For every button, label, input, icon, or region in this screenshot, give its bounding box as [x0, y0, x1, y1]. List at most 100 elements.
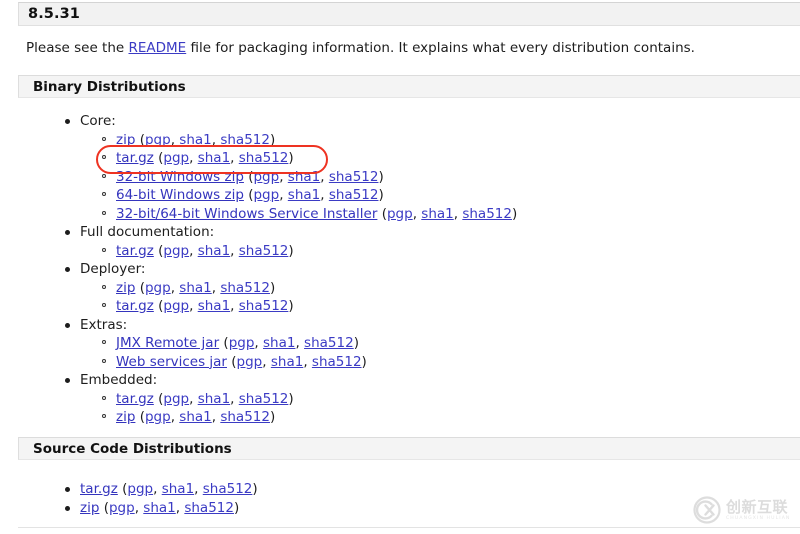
paren-open: ( — [135, 279, 145, 296]
distribution-group: Deployer: zip (pgp, sha1, sha512) tar.gz (… — [0, 260, 517, 316]
distribution-group: Embedded: tar.gz (pgp, sha1, sha512) zip (… — [0, 371, 517, 427]
hash-link-pgp[interactable]: pgp — [109, 500, 135, 516]
section-heading-source-code-distributions: Source Code Distributions — [18, 437, 800, 460]
hash-link-pgp[interactable]: pgp — [229, 335, 255, 351]
distribution-link[interactable]: zip — [116, 132, 135, 148]
bullet-circle-icon — [102, 136, 106, 141]
distribution-link[interactable]: 32-bit/64-bit Windows Service Installer — [116, 206, 377, 222]
intro-paragraph: Please see the README file for packaging… — [26, 40, 695, 56]
distribution-link[interactable]: tar.gz — [116, 298, 154, 314]
paren-close: ) — [288, 150, 294, 166]
paren-open: ( — [377, 205, 387, 222]
distribution-row: tar.gz (pgp, sha1, sha512) — [80, 242, 517, 261]
bullet-circle-icon — [102, 155, 106, 159]
distribution-row: zip (pgp, sha1, sha512) — [80, 279, 517, 298]
hash-link-sha512[interactable]: sha512 — [312, 354, 362, 370]
distribution-sublist: tar.gz (pgp, sha1, sha512) zip (pgp, sha1… — [80, 390, 517, 427]
hash-link-sha512[interactable]: sha512 — [304, 335, 354, 351]
distribution-row: tar.gz (pgp, sha1, sha512) — [0, 480, 258, 499]
hash-link-pgp[interactable]: pgp — [237, 354, 263, 370]
hash-link-sha1[interactable]: sha1 — [198, 298, 230, 314]
hash-link-sha1[interactable]: sha1 — [143, 500, 175, 516]
distribution-link[interactable]: 64-bit Windows zip — [116, 187, 244, 203]
distribution-row: Web services jar (pgp, sha1, sha512) — [80, 353, 517, 372]
hash-link-pgp[interactable]: pgp — [145, 132, 171, 148]
paren-close: ) — [269, 279, 276, 296]
separator: , — [230, 242, 239, 259]
hash-link-pgp[interactable]: pgp — [163, 243, 189, 259]
hash-link-sha512[interactable]: sha512 — [220, 280, 270, 296]
distribution-link[interactable]: tar.gz — [80, 481, 118, 497]
hash-link-pgp[interactable]: pgp — [145, 280, 171, 296]
hash-link-sha512[interactable]: sha512 — [239, 298, 289, 314]
paren-close: ) — [361, 353, 367, 370]
watermark-text: 创新互联 CHUANGXIN HULIAN — [726, 499, 790, 522]
paren-open: ( — [135, 409, 145, 425]
hash-link-sha1[interactable]: sha1 — [198, 150, 230, 166]
distribution-row: 32-bit/64-bit Windows Service Installer … — [80, 205, 517, 224]
bullet-disc-icon — [65, 378, 70, 383]
hash-link-pgp[interactable]: pgp — [253, 187, 279, 203]
hash-link-sha512[interactable]: sha512 — [329, 169, 379, 185]
hash-link-sha512[interactable]: sha512 — [184, 500, 234, 516]
hash-link-sha1[interactable]: sha1 — [162, 481, 194, 497]
hash-link-sha1[interactable]: sha1 — [198, 243, 230, 259]
separator: , — [279, 187, 288, 203]
distribution-link[interactable]: 32-bit Windows zip — [116, 169, 244, 185]
hash-link-pgp[interactable]: pgp — [387, 206, 413, 222]
hash-link-sha1[interactable]: sha1 — [179, 409, 211, 425]
distribution-link[interactable]: zip — [116, 280, 135, 296]
hash-link-pgp[interactable]: pgp — [163, 391, 189, 407]
distribution-link[interactable]: tar.gz — [116, 243, 154, 259]
distribution-link[interactable]: JMX Remote jar — [116, 335, 219, 351]
distribution-row: zip (pgp, sha1, sha512) — [0, 499, 258, 518]
paren-open: ( — [153, 390, 164, 407]
distribution-link[interactable]: tar.gz — [116, 150, 154, 166]
hash-link-pgp[interactable]: pgp — [253, 169, 279, 185]
separator: , — [230, 390, 239, 407]
hash-link-sha512[interactable]: sha512 — [462, 206, 512, 222]
hash-link-sha1[interactable]: sha1 — [288, 187, 320, 203]
hash-link-pgp[interactable]: pgp — [127, 481, 153, 497]
distribution-group: Core: zip (pgp, sha1, sha512) tar.gz (pgp,… — [0, 112, 517, 223]
hash-link-sha1[interactable]: sha1 — [421, 206, 453, 222]
distribution-link[interactable]: Web services jar — [116, 354, 227, 370]
distribution-sublist: tar.gz (pgp, sha1, sha512) — [80, 242, 517, 261]
hash-link-pgp[interactable]: pgp — [163, 298, 189, 314]
separator: , — [254, 335, 263, 351]
hash-link-sha512[interactable]: sha512 — [220, 409, 270, 425]
paren-close: ) — [288, 298, 294, 314]
hash-link-sha512[interactable]: sha512 — [239, 150, 289, 166]
hash-link-sha512[interactable]: sha512 — [203, 481, 253, 497]
hash-link-sha512[interactable]: sha512 — [329, 187, 379, 203]
paren-close: ) — [353, 335, 359, 351]
bullet-circle-icon — [102, 303, 106, 307]
paren-close: ) — [233, 499, 240, 516]
distribution-link[interactable]: zip — [116, 409, 135, 425]
distribution-link[interactable]: zip — [80, 500, 99, 516]
paren-close: ) — [288, 242, 294, 259]
bullet-circle-icon — [102, 210, 106, 215]
watermark: 创新互联 CHUANGXIN HULIAN — [692, 492, 796, 528]
paren-close: ) — [378, 168, 384, 185]
section-heading-binary-distributions: Binary Distributions — [18, 75, 800, 98]
distribution-link[interactable]: tar.gz — [116, 391, 154, 407]
source-distributions-list: tar.gz (pgp, sha1, sha512) zip (pgp, sha1… — [0, 480, 258, 517]
hash-link-sha1[interactable]: sha1 — [271, 354, 303, 370]
bullet-circle-icon — [102, 340, 106, 344]
hash-link-pgp[interactable]: pgp — [163, 150, 189, 166]
hash-link-sha1[interactable]: sha1 — [179, 132, 211, 148]
hash-link-sha512[interactable]: sha512 — [239, 391, 289, 407]
hash-link-sha512[interactable]: sha512 — [220, 132, 270, 148]
hash-link-pgp[interactable]: pgp — [145, 409, 171, 425]
cx-circle-logo-icon — [692, 495, 722, 525]
separator: , — [194, 481, 203, 497]
readme-link[interactable]: README — [128, 40, 186, 56]
hash-link-sha1[interactable]: sha1 — [179, 280, 211, 296]
separator: , — [230, 150, 239, 166]
hash-link-sha1[interactable]: sha1 — [263, 335, 295, 351]
hash-link-sha1[interactable]: sha1 — [288, 169, 320, 185]
hash-link-sha512[interactable]: sha512 — [239, 243, 289, 259]
separator: , — [279, 168, 288, 185]
hash-link-sha1[interactable]: sha1 — [198, 391, 230, 407]
